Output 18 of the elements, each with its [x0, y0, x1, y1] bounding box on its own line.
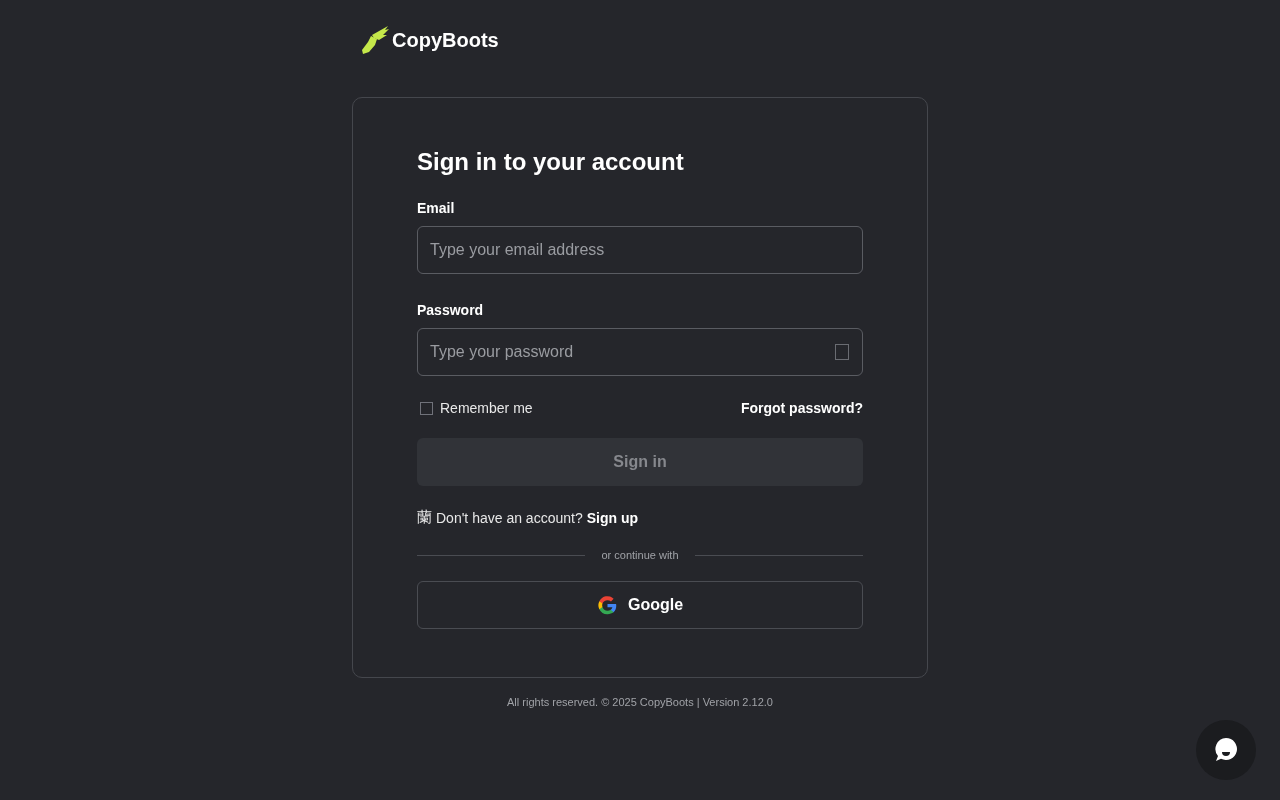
password-field[interactable]: Type your password: [417, 328, 863, 376]
forgot-password-link[interactable]: Forgot password?: [740, 400, 863, 416]
email-label: Email: [417, 200, 456, 216]
google-icon: [596, 594, 618, 616]
remember-label: Remember me: [440, 400, 533, 416]
divider-label: or continue with: [601, 549, 679, 561]
footer-text: All rights reserved. © 2025 CopyBoots | Version 2.12.0: [507, 696, 773, 708]
sign-up-link[interactable]: Sign up: [586, 509, 638, 526]
email-field[interactable]: Type your email address: [417, 226, 863, 274]
password-label: Password: [417, 302, 485, 318]
form-title: Sign in to your account: [417, 147, 685, 177]
signup-prompt: Don't have an account?: [436, 509, 583, 526]
glyph-icon: 蘭: [417, 508, 432, 527]
google-button[interactable]: Google: [417, 581, 863, 629]
brand-name: CopyBoots: [392, 29, 499, 52]
winged-boot-icon: [360, 25, 390, 55]
visibility-toggle-icon[interactable]: [835, 344, 849, 360]
remember-checkbox[interactable]: [420, 401, 433, 415]
